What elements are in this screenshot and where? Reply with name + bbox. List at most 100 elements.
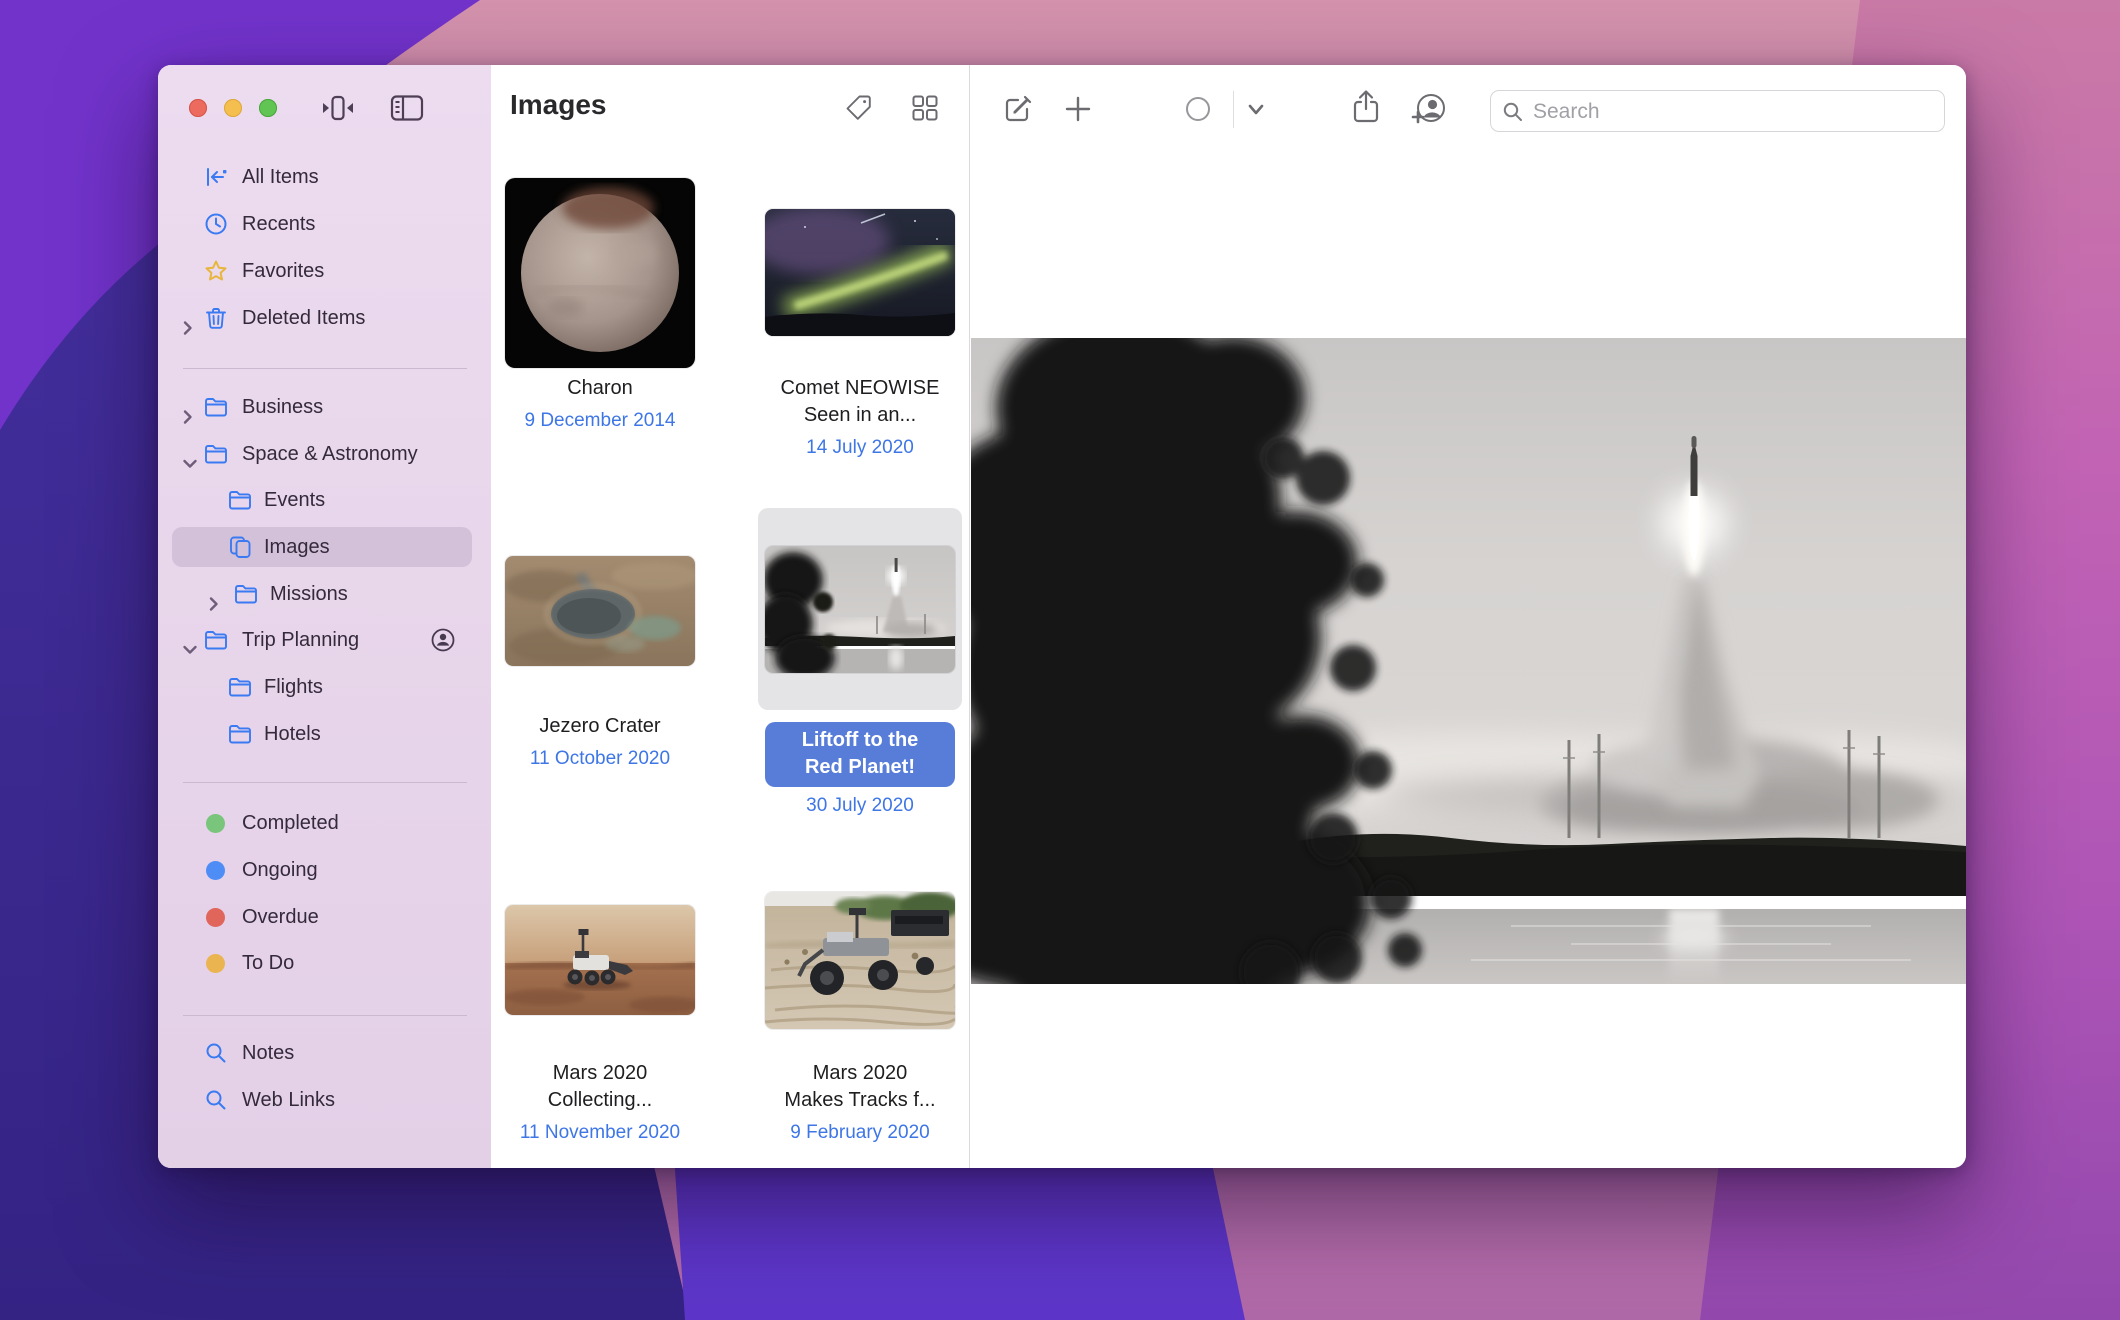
chevron-right-icon[interactable] bbox=[182, 399, 193, 439]
folder-icon bbox=[203, 441, 229, 467]
item-date: 9 February 2020 bbox=[765, 1121, 955, 1145]
compact-view-icon[interactable] bbox=[320, 93, 356, 123]
chevron-down-icon[interactable] bbox=[182, 632, 198, 672]
sidebar-item-missions[interactable]: Missions bbox=[158, 574, 491, 614]
sidebar-item-label: Images bbox=[264, 527, 330, 567]
tag-dot-yellow bbox=[206, 954, 225, 973]
item-date: 11 October 2020 bbox=[505, 747, 695, 771]
search-field bbox=[1490, 90, 1945, 132]
app-window: All Items Recents Favorites bbox=[158, 65, 1966, 1168]
sidebar-item-web-links[interactable]: Web Links bbox=[158, 1080, 491, 1120]
item-title-line2: Seen in an... bbox=[765, 402, 955, 429]
close-button[interactable] bbox=[189, 99, 207, 117]
sidebar-item-label: Events bbox=[264, 480, 325, 520]
sidebar-item-label: Favorites bbox=[242, 251, 324, 291]
item-date: 9 December 2014 bbox=[505, 409, 695, 433]
item-list-column: Images bbox=[491, 65, 970, 1168]
tag-label: Completed bbox=[242, 803, 339, 843]
sidebar-item-label: Web Links bbox=[242, 1080, 335, 1120]
toggle-sidebar-icon[interactable] bbox=[390, 93, 426, 123]
sidebar-item-events[interactable]: Events bbox=[158, 480, 491, 520]
add-icon[interactable] bbox=[1063, 94, 1093, 129]
folder-icon bbox=[227, 487, 253, 513]
item-title: Charon bbox=[505, 375, 695, 402]
thumbnail-jezero-crater bbox=[505, 556, 695, 666]
sidebar-tag-completed[interactable]: Completed bbox=[158, 803, 491, 843]
sidebar-item-hotels[interactable]: Hotels bbox=[158, 714, 491, 754]
list-item[interactable]: Comet NEOWISE Seen in an... 14 July 2020 bbox=[765, 170, 955, 460]
thumbnail-comet-neowise bbox=[765, 209, 955, 336]
share-icon[interactable] bbox=[1349, 89, 1383, 132]
folder-icon bbox=[203, 394, 229, 420]
sidebar-item-all-items[interactable]: All Items bbox=[158, 157, 491, 197]
page-title: Images bbox=[510, 89, 607, 121]
status-circle-icon[interactable] bbox=[1184, 95, 1212, 128]
item-date: 30 July 2020 bbox=[765, 794, 955, 818]
sidebar-item-label: Recents bbox=[242, 204, 315, 244]
selected-item-title: Liftoff to the Red Planet! bbox=[765, 722, 955, 787]
sidebar-item-recents[interactable]: Recents bbox=[158, 204, 491, 244]
chevron-right-icon[interactable] bbox=[182, 310, 193, 350]
sidebar-item-label: Deleted Items bbox=[242, 298, 365, 338]
sidebar-item-notes[interactable]: Notes bbox=[158, 1033, 491, 1073]
item-title-line2: Red Planet! bbox=[765, 754, 955, 781]
add-person-icon[interactable] bbox=[1409, 90, 1449, 133]
sidebar-tag-overdue[interactable]: Overdue bbox=[158, 897, 491, 937]
toolbar-divider bbox=[1233, 91, 1234, 128]
sidebar-item-flights[interactable]: Flights bbox=[158, 667, 491, 707]
minimize-button[interactable] bbox=[224, 99, 242, 117]
list-item-selected[interactable]: Liftoff to the Red Planet! 30 July 2020 bbox=[765, 508, 955, 818]
sidebar-item-space-astronomy[interactable]: Space & Astronomy bbox=[158, 434, 491, 474]
sidebar-item-label: Flights bbox=[264, 667, 323, 707]
sidebar-item-favorites[interactable]: Favorites bbox=[158, 251, 491, 291]
item-title: Liftoff to the bbox=[765, 727, 955, 754]
sidebar-divider bbox=[183, 1015, 467, 1016]
desktop-wallpaper: All Items Recents Favorites bbox=[0, 0, 2120, 1320]
folder-icon bbox=[203, 627, 229, 653]
item-date: 14 July 2020 bbox=[765, 436, 955, 460]
folder-icon bbox=[227, 674, 253, 700]
list-item[interactable]: Mars 2020 Collecting... 11 November 2020 bbox=[505, 860, 695, 1145]
grid-view-icon[interactable] bbox=[910, 93, 940, 123]
tag-dot-red bbox=[206, 908, 225, 927]
sidebar-item-label: Notes bbox=[242, 1033, 294, 1073]
tag-icon[interactable] bbox=[843, 93, 873, 123]
thumbnail-mars-2020-collecting bbox=[505, 905, 695, 1015]
sidebar-item-label: All Items bbox=[242, 157, 319, 197]
folder-icon bbox=[227, 721, 253, 747]
sidebar-tag-todo[interactable]: To Do bbox=[158, 943, 491, 983]
sidebar-tag-ongoing[interactable]: Ongoing bbox=[158, 850, 491, 890]
search-icon bbox=[203, 1087, 229, 1113]
chevron-down-icon[interactable] bbox=[1245, 102, 1267, 123]
search-input[interactable] bbox=[1531, 91, 1935, 133]
search-icon bbox=[203, 1040, 229, 1066]
tag-label: To Do bbox=[242, 943, 294, 983]
sidebar-item-images[interactable]: Images bbox=[158, 527, 491, 567]
sidebar-item-label: Missions bbox=[270, 574, 348, 614]
tag-label: Ongoing bbox=[242, 850, 318, 890]
stacked-images-icon bbox=[227, 534, 253, 560]
sidebar-item-label: Business bbox=[242, 387, 323, 427]
thumbnail-mars-2020-tracks bbox=[765, 892, 955, 1029]
clock-icon bbox=[203, 211, 229, 237]
list-item[interactable]: Mars 2020 Makes Tracks f... 9 February 2… bbox=[765, 860, 955, 1145]
tag-dot-green bbox=[206, 814, 225, 833]
tag-label: Overdue bbox=[242, 897, 319, 937]
selected-thumb-background bbox=[758, 508, 962, 710]
item-title: Comet NEOWISE bbox=[765, 375, 955, 402]
sidebar-item-business[interactable]: Business bbox=[158, 387, 491, 427]
sidebar-item-deleted-items[interactable]: Deleted Items bbox=[158, 298, 491, 338]
detail-pane bbox=[971, 65, 1966, 1168]
list-item[interactable]: Charon 9 December 2014 bbox=[505, 170, 695, 433]
zoom-button[interactable] bbox=[259, 99, 277, 117]
sidebar-item-trip-planning[interactable]: Trip Planning bbox=[158, 620, 491, 660]
sidebar-divider bbox=[183, 782, 467, 783]
trash-icon bbox=[203, 305, 229, 331]
thumbnail-charon bbox=[505, 178, 695, 368]
compose-icon[interactable] bbox=[1001, 92, 1035, 131]
list-item[interactable]: Jezero Crater 11 October 2020 bbox=[505, 508, 695, 771]
item-date: 11 November 2020 bbox=[505, 1121, 695, 1145]
item-title: Mars 2020 bbox=[765, 1060, 955, 1087]
sidebar-item-label: Space & Astronomy bbox=[242, 434, 418, 474]
tag-dot-blue bbox=[206, 861, 225, 880]
